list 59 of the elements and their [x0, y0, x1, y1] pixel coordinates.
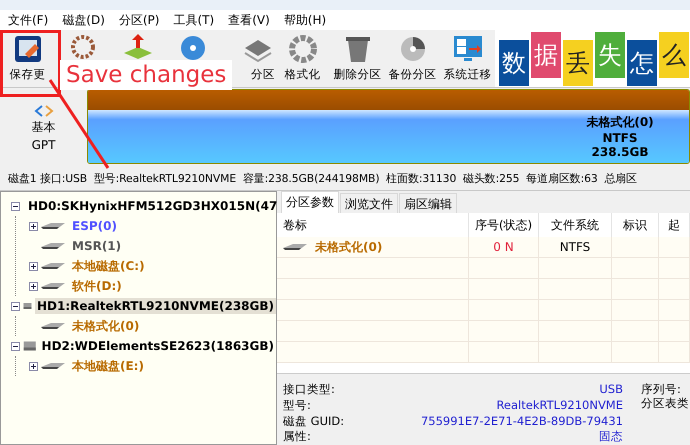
tab[interactable]: 扇区编辑 — [399, 193, 457, 213]
menu-item[interactable]: 工具(T) — [173, 12, 214, 28]
nav-arrows-icon[interactable] — [32, 104, 56, 116]
drive-icon — [41, 282, 67, 290]
expand-toggle[interactable] — [29, 262, 38, 270]
menu-item[interactable]: 文件(F) — [8, 12, 48, 28]
toolbar-button[interactable]: 删除分区 — [330, 30, 385, 82]
detail-label: 磁盘 GUID: — [283, 414, 344, 430]
disk-item[interactable]: HD0:SKHynixHFM512GD3HX015N(47 — [26, 198, 280, 214]
detail-value: USB — [598, 382, 623, 398]
detail-label: 型号: — [283, 398, 312, 414]
partition-item[interactable]: MSR(1) — [70, 238, 124, 254]
menu-item[interactable]: 分区(P) — [118, 12, 160, 28]
detail-label: 分区表类 — [641, 396, 689, 410]
detail-label: 接口类型: — [283, 382, 336, 398]
detail-value: 755991E7-2E71-4E2B-89DB-79431 — [420, 414, 623, 430]
disk-type-label: 基本 — [32, 118, 56, 136]
toolbar-button[interactable]: 保存更 — [0, 30, 55, 82]
menu-item[interactable]: 查看(V) — [228, 12, 270, 28]
menu-item[interactable]: 磁盘(D) — [62, 12, 105, 28]
drive-icon — [41, 262, 67, 270]
table-cell: 未格式化(0) — [277, 237, 469, 257]
expand-toggle[interactable] — [29, 362, 38, 370]
tab[interactable]: 分区参数 — [281, 191, 339, 213]
detail-value: RealtekRTL9210NVME — [495, 398, 623, 414]
drive-icon — [283, 243, 309, 251]
drive-icon — [41, 322, 67, 330]
partition-item[interactable]: 软件(D:) — [70, 276, 124, 296]
expand-toggle[interactable] — [29, 282, 38, 290]
collapse-toggle[interactable] — [11, 302, 20, 310]
partition-item[interactable]: 本地磁盘(E:) — [70, 356, 146, 376]
partition-item[interactable]: 未格式化(0) — [70, 316, 142, 336]
drive-icon — [41, 242, 67, 250]
partition-bar[interactable]: 未格式化(0) NTFS 238.5GB — [87, 89, 690, 164]
expand-toggle[interactable] — [29, 222, 38, 230]
toolbar-button[interactable]: 格式化 — [275, 30, 330, 82]
detail-label: 序列号: — [641, 382, 682, 396]
toolbar-button[interactable]: 备份分区 — [385, 30, 440, 82]
table-cell: NTFS — [539, 237, 612, 257]
table-cell: 0 N — [469, 237, 539, 257]
partition-item[interactable]: 本地磁盘(C:) — [70, 256, 147, 276]
drive-icon — [41, 222, 67, 230]
detail-value: 固态 — [598, 429, 623, 445]
menu-item[interactable]: 帮助(H) — [284, 12, 326, 28]
collapse-toggle[interactable] — [11, 202, 20, 210]
tab[interactable]: 浏览文件 — [340, 193, 398, 213]
partition-style-label: GPT — [32, 138, 56, 152]
collapse-toggle[interactable] — [11, 342, 20, 350]
annotation-tooltip: Save changes — [60, 60, 232, 90]
highlight-frame — [0, 30, 61, 97]
partition-item[interactable]: ESP(0) — [70, 218, 119, 234]
banner-ad: 数 据 丢 失 怎 么 — [495, 30, 690, 87]
disk-item[interactable]: HD2:WDElementsSE2623(1863GB) — [40, 338, 276, 354]
drive-icon — [41, 362, 67, 370]
toolbar-button[interactable]: 系统迁移 — [440, 30, 495, 82]
disk-info-text: 磁盘1 接口:USB 型号:RealtekRTL9210NVME 容量:238.5GB(244198MB) 柱面数:31130 磁头数:255 每道扇区数:63 总扇区 — [8, 172, 638, 186]
disk-item[interactable]: HD1:RealtekRTL9210NVME(238GB) — [34, 298, 276, 314]
hard-drive-icon — [23, 339, 37, 353]
detail-label: 属性: — [283, 429, 312, 445]
